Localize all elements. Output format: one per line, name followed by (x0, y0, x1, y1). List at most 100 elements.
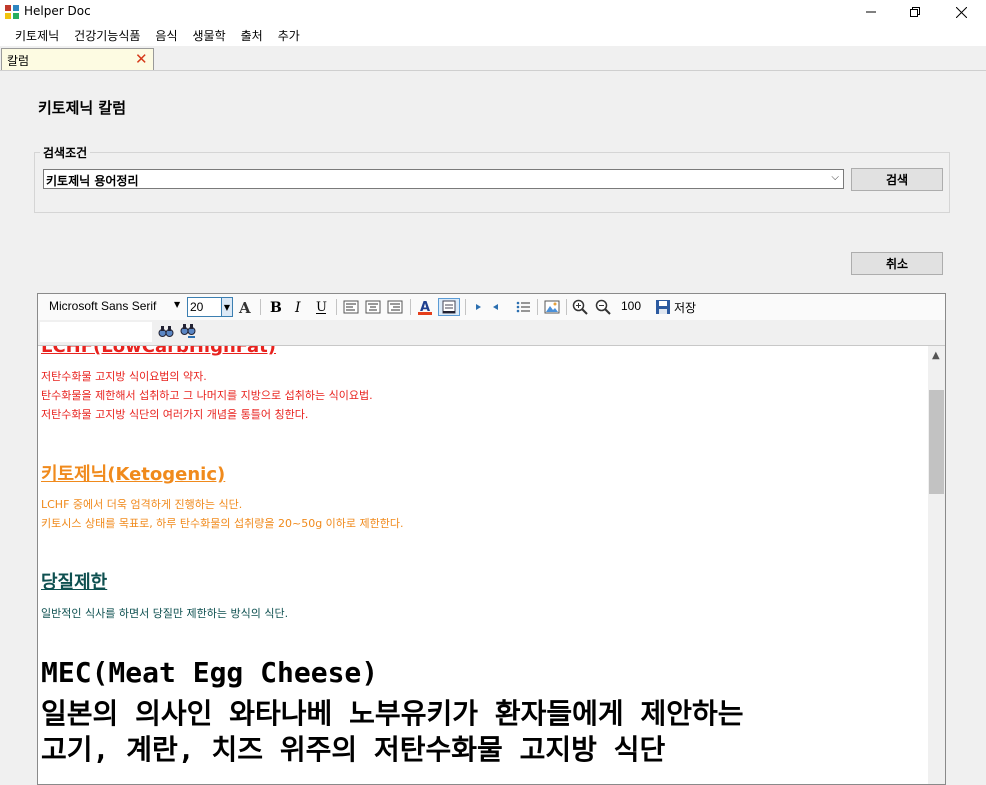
font-size-arrow-icon[interactable]: ▼ (221, 298, 232, 316)
mec-title: MEC(Meat Egg Cheese) (41, 656, 379, 689)
highlight-button[interactable] (438, 298, 460, 316)
save-label[interactable]: 저장 (674, 299, 696, 316)
underline-icon: U (316, 300, 327, 315)
indent-icon (493, 304, 498, 310)
align-center-icon (365, 300, 381, 314)
zoom-out-button[interactable] (594, 298, 612, 316)
font-color-button[interactable]: A (416, 298, 434, 316)
restore-icon (910, 7, 920, 17)
outdent-button[interactable] (471, 298, 485, 316)
svg-text:I: I (294, 300, 301, 315)
minimize-button[interactable] (848, 0, 894, 24)
close-button[interactable] (938, 0, 984, 24)
app-icon (5, 5, 19, 19)
page-title: 키토제닉 칼럼 (38, 99, 127, 117)
menu-health-food[interactable]: 건강기능식품 (67, 24, 148, 46)
find-replace-icon (180, 324, 196, 338)
zoom-in-button[interactable] (571, 298, 589, 316)
svg-text:U: U (316, 300, 327, 315)
find-toolbar (38, 320, 945, 346)
tab-close-icon[interactable]: ✕ (135, 50, 148, 68)
heading-lchf: LCHF(LowCarbHighFat) (41, 346, 277, 357)
dropdown-value: 키토제닉 용어정리 (46, 174, 139, 188)
sugar-line-1: 일반적인 식사를 하면서 당질만 제한하는 방식의 식단. (41, 607, 289, 620)
align-right-button[interactable] (386, 298, 404, 316)
scroll-up-icon[interactable]: ▲ (932, 350, 940, 361)
bold-button[interactable]: B (266, 298, 284, 316)
toolbar-separator (410, 299, 411, 315)
tab-column[interactable]: 칼럼 ✕ (1, 48, 154, 70)
toolbar-separator (260, 299, 261, 315)
outdent-icon (476, 304, 481, 310)
toolbar-separator (566, 299, 567, 315)
italic-button[interactable]: I (289, 298, 307, 316)
bullet-list-icon (516, 301, 530, 313)
mec-line-3: 고기, 계란, 치즈 위주의 저탄수화물 고지방 식단 (41, 733, 666, 766)
find-replace-button[interactable] (179, 322, 197, 340)
tab-label: 칼럼 (7, 54, 30, 68)
vertical-scrollbar[interactable]: ▲ (928, 346, 945, 784)
format-toolbar: Microsoft Sans Serif ▼ 20 ▼ A B I U A 10… (38, 294, 945, 320)
zoom-out-icon (595, 299, 611, 315)
indent-button[interactable] (489, 298, 503, 316)
align-right-icon (387, 300, 403, 314)
save-button[interactable] (654, 298, 672, 316)
keto-line-1: LCHF 중에서 더욱 엄격하게 진행하는 식단. (41, 498, 243, 511)
scrollbar-thumb[interactable] (929, 390, 944, 494)
italic-icon: I (294, 300, 301, 315)
font-color-icon: A (418, 300, 432, 315)
grow-font-button[interactable]: A (236, 298, 254, 316)
font-family-select[interactable]: Microsoft Sans Serif (46, 298, 186, 316)
keto-line-2: 키토시스 상태를 목표로, 하루 탄수화물의 섭취량을 20~50g 이하로 제… (41, 517, 404, 530)
svg-text:B: B (270, 300, 282, 315)
bold-icon: B (270, 300, 282, 315)
document-tab-strip: 칼럼 ✕ (0, 46, 986, 71)
binoculars-icon (158, 326, 174, 337)
menu-keto[interactable]: 키토제닉 (8, 24, 67, 46)
image-icon (544, 300, 560, 314)
find-button[interactable] (157, 322, 175, 340)
toolbar-separator (336, 299, 337, 315)
underline-button[interactable]: U (312, 298, 330, 316)
highlight-icon (442, 300, 456, 314)
menu-food[interactable]: 음식 (148, 24, 185, 46)
lchf-line-2: 탄수화물을 제한해서 섭취하고 그 나머지를 지방으로 섭취하는 식이요법. (41, 389, 373, 402)
close-icon (955, 6, 967, 18)
heading-ketogenic: 키토제닉(Ketogenic) (41, 464, 226, 485)
font-family-arrow-icon[interactable]: ▼ (174, 300, 180, 309)
search-button[interactable]: 검색 (851, 168, 943, 191)
find-input[interactable] (40, 322, 152, 342)
mec-line-2: 일본의 의사인 와타나베 노부유키가 환자들에게 제안하는 (41, 697, 744, 730)
toolbar-separator (465, 299, 466, 315)
bullet-list-button[interactable] (514, 298, 532, 316)
title-bar: Helper Doc (0, 0, 986, 24)
menu-add[interactable]: 추가 (271, 24, 308, 46)
lchf-line-1: 저탄수화물 고지방 식이요법의 약자. (41, 370, 207, 383)
font-size-value: 20 (190, 300, 204, 314)
svg-text:A: A (238, 299, 251, 315)
save-icon (656, 300, 670, 314)
restore-button[interactable] (892, 0, 938, 24)
menu-bar: 키토제닉 건강기능식품 음식 생물학 출처 추가 (0, 24, 986, 46)
align-left-button[interactable] (342, 298, 360, 316)
font-size-select[interactable]: 20 ▼ (187, 297, 233, 317)
heading-sugar-restriction: 당질제한 (41, 572, 108, 593)
minimize-icon (866, 11, 876, 13)
chevron-down-icon: ⌵ (831, 172, 839, 183)
menu-source[interactable]: 출처 (234, 24, 271, 46)
cancel-button[interactable]: 취소 (851, 252, 943, 275)
search-group-label: 검색조건 (40, 144, 91, 161)
font-grow-icon: A (238, 299, 251, 315)
toolbar-separator (537, 299, 538, 315)
align-left-icon (343, 300, 359, 314)
rich-text-editor: Microsoft Sans Serif ▼ 20 ▼ A B I U A 10… (37, 293, 946, 785)
align-center-button[interactable] (364, 298, 382, 316)
search-condition-dropdown[interactable]: 키토제닉 용어정리 ⌵ (43, 169, 844, 189)
window-title: Helper Doc (24, 4, 91, 18)
document-content[interactable]: LCHF(LowCarbHighFat) 저탄수화물 고지방 식이요법의 약자.… (38, 346, 928, 784)
lchf-line-3: 저탄수화물 고지방 식단의 여러가지 개념을 통틀어 칭한다. (41, 408, 309, 421)
menu-biology[interactable]: 생물학 (186, 24, 234, 46)
zoom-in-icon (572, 299, 588, 315)
zoom-level: 100 (621, 299, 642, 313)
insert-image-button[interactable] (543, 298, 561, 316)
